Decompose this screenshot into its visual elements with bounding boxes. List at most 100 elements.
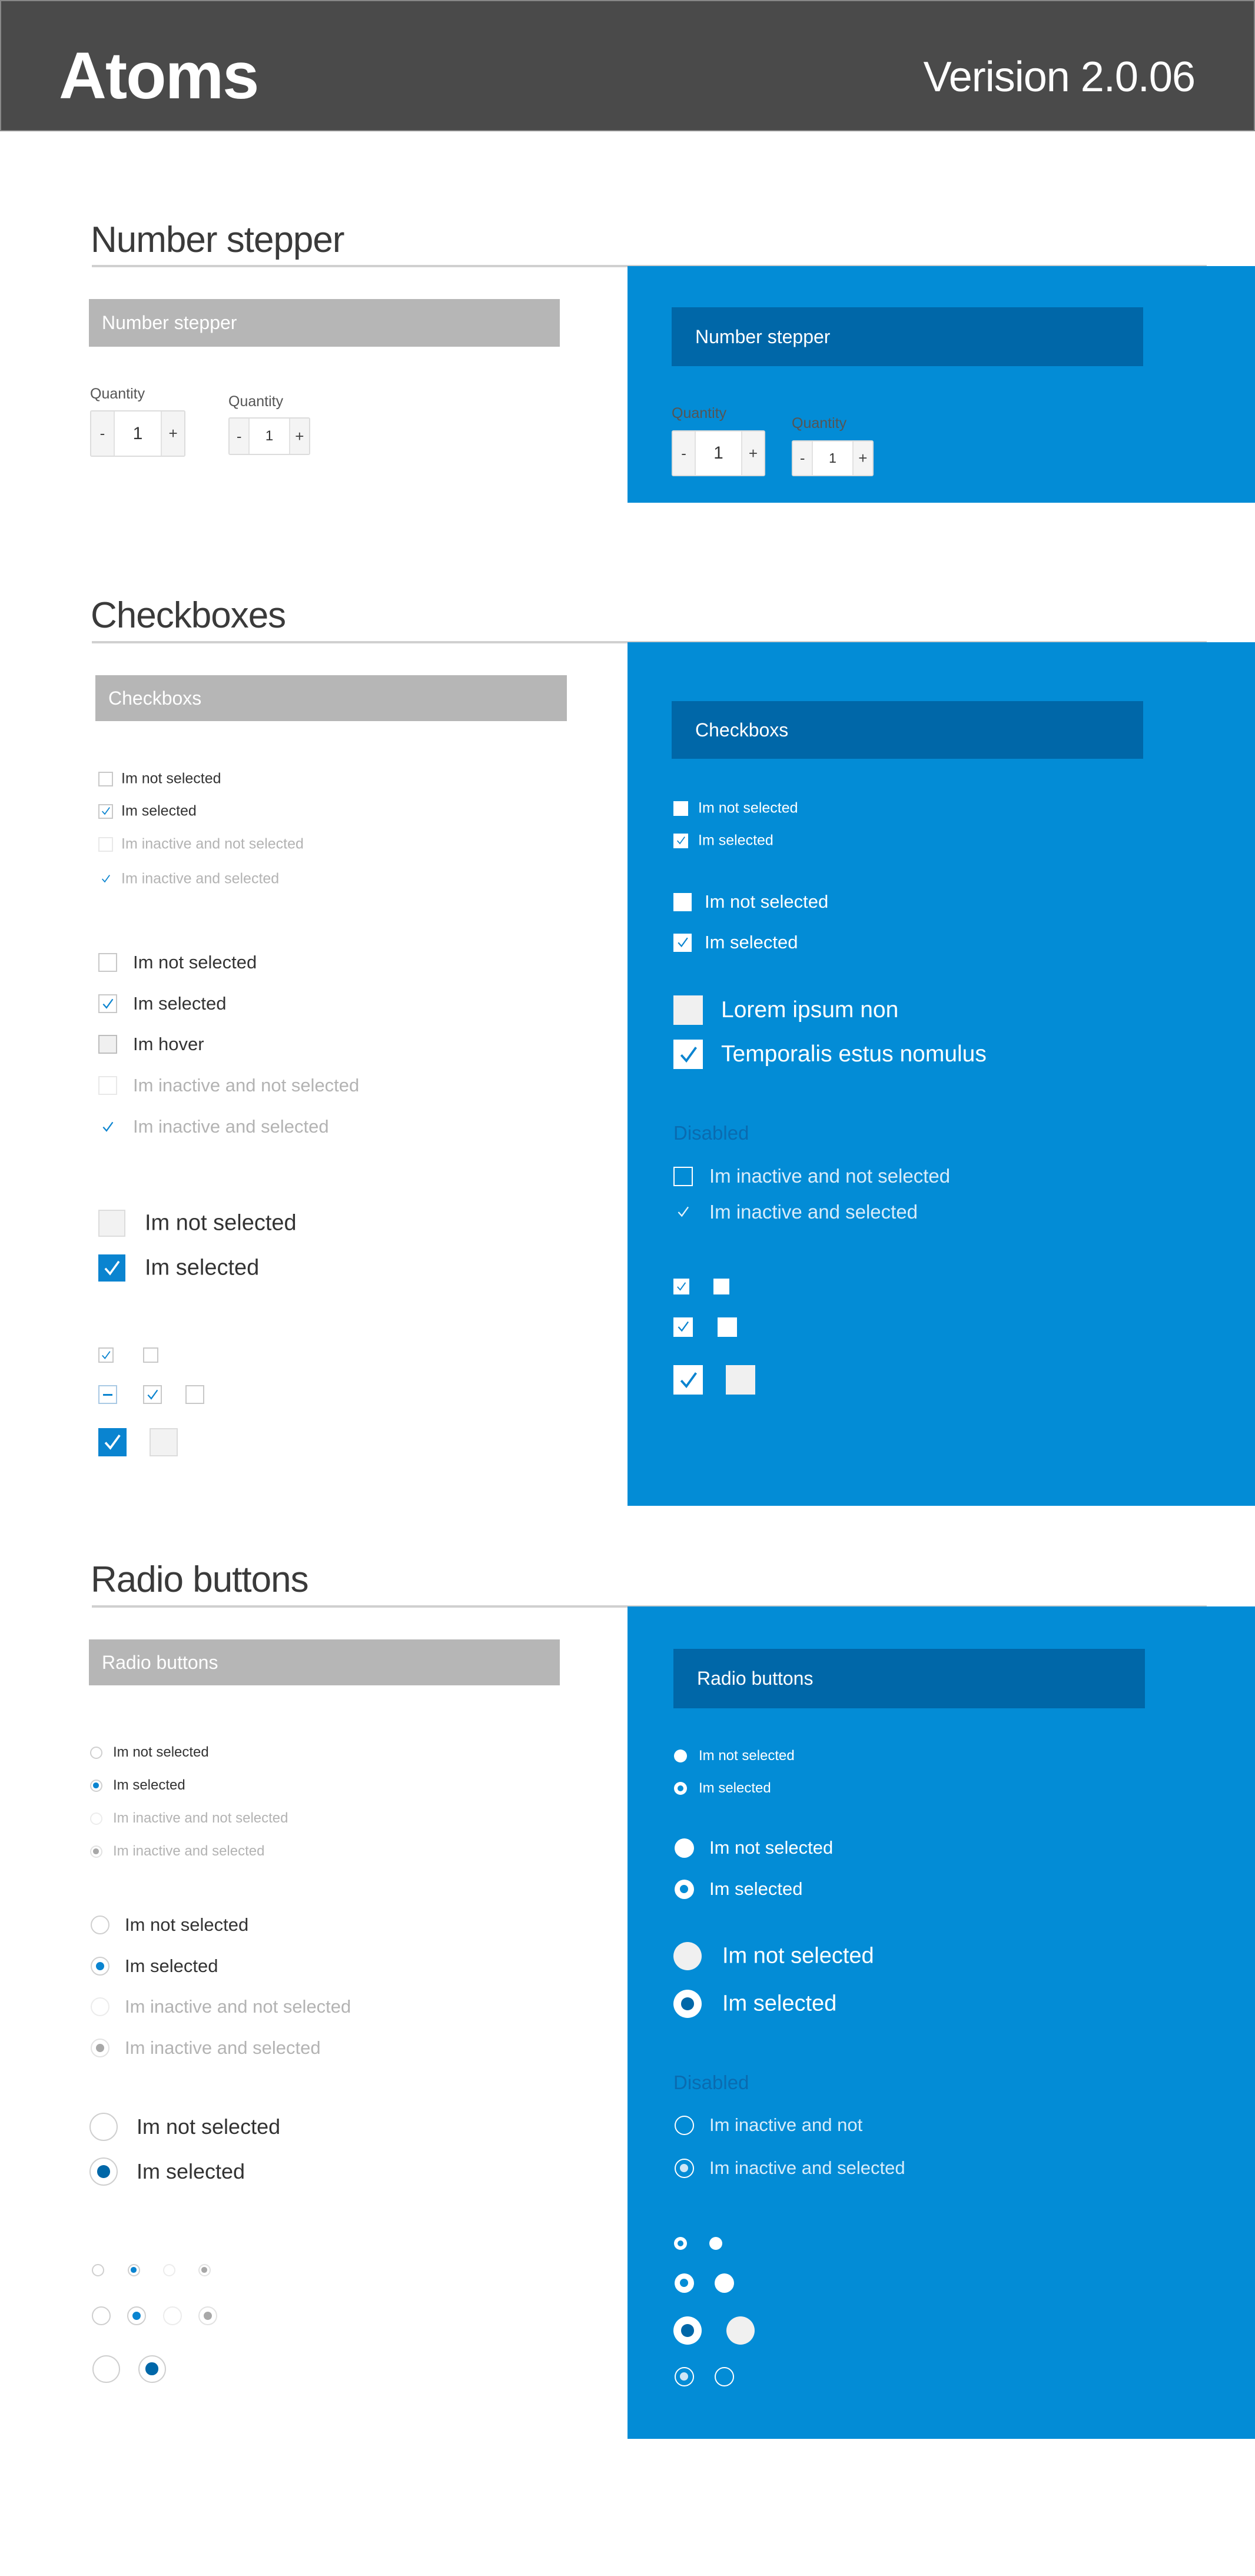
radio-disabled-checked[interactable] xyxy=(89,1845,102,1858)
radio-checked[interactable] xyxy=(138,2355,166,2383)
checkbox-unchecked[interactable] xyxy=(673,892,692,911)
radio-unchecked[interactable] xyxy=(709,2237,722,2250)
radio-checked[interactable] xyxy=(127,2263,140,2276)
decrement-button[interactable]: - xyxy=(91,411,114,456)
increment-button[interactable]: + xyxy=(290,419,309,454)
quantity-stepper[interactable]: -1 + xyxy=(672,430,765,476)
radio-unchecked[interactable] xyxy=(674,1838,694,1858)
radio-disabled[interactable] xyxy=(162,2263,175,2276)
radio-unchecked[interactable] xyxy=(91,1916,109,1934)
radio-checked[interactable] xyxy=(673,1990,702,2018)
page-title: Atoms xyxy=(59,39,259,112)
radio-disabled[interactable] xyxy=(163,2306,182,2325)
radio-unchecked[interactable] xyxy=(673,1942,702,1970)
checkbox-unchecked[interactable] xyxy=(726,1365,755,1395)
radio-disabled[interactable] xyxy=(91,1997,109,2016)
checkbox-checked[interactable] xyxy=(673,1365,703,1395)
radio-disabled[interactable] xyxy=(674,2115,694,2135)
quantity-stepper[interactable]: -1 + xyxy=(228,417,310,455)
checkbox-unchecked[interactable] xyxy=(185,1385,204,1404)
radio-checked[interactable] xyxy=(91,1957,109,1976)
increment-button[interactable]: + xyxy=(853,441,872,475)
radio-disabled[interactable] xyxy=(89,1812,102,1825)
checkbox-disabled-checked[interactable] xyxy=(98,872,113,887)
checkbox-checked[interactable] xyxy=(673,833,688,848)
checkbox-disabled-checked[interactable] xyxy=(673,1203,693,1222)
radio-disabled-checked[interactable] xyxy=(198,2263,211,2276)
radio-unchecked[interactable] xyxy=(674,1750,687,1762)
checkbox-unchecked[interactable] xyxy=(673,801,688,816)
checkbox-disabled[interactable] xyxy=(98,1076,117,1095)
check-icon xyxy=(102,998,114,1009)
checkbox-label: Temporalis estus nomulus xyxy=(721,1041,987,1067)
checkbox-unchecked[interactable] xyxy=(98,953,117,972)
radio-unchecked[interactable] xyxy=(726,2316,755,2345)
decrement-button[interactable]: - xyxy=(793,441,812,475)
checkbox-dark-card-header: Checkboxs xyxy=(672,701,1143,759)
radio-checked[interactable] xyxy=(674,1879,694,1899)
checkbox-checked[interactable] xyxy=(98,1254,125,1282)
checkbox-unchecked[interactable] xyxy=(718,1317,737,1337)
check-icon xyxy=(678,937,688,948)
increment-button[interactable]: + xyxy=(162,411,184,456)
radio-unchecked[interactable] xyxy=(92,2355,120,2383)
radio-label: Im inactive and selected xyxy=(709,2157,905,2178)
checkbox-disabled[interactable] xyxy=(98,836,113,852)
checkbox-checked[interactable] xyxy=(98,994,117,1013)
radio-checked[interactable] xyxy=(673,2316,702,2345)
radio-disabled-checked[interactable] xyxy=(674,2158,694,2178)
radio-unchecked[interactable] xyxy=(91,2263,104,2276)
checkbox-disabled[interactable] xyxy=(673,1166,693,1186)
checkbox-checked[interactable] xyxy=(98,1347,114,1363)
radio-unchecked[interactable] xyxy=(89,2113,118,2141)
checkbox-checked[interactable] xyxy=(673,933,692,952)
checkbox-unchecked[interactable] xyxy=(98,771,113,786)
radio-dot xyxy=(132,2311,141,2321)
checkbox-unchecked[interactable] xyxy=(673,995,703,1025)
section-title-radio-buttons: Radio buttons xyxy=(91,1559,309,1600)
radio-label: Im not selected xyxy=(722,1943,874,1968)
check-icon xyxy=(678,1322,689,1332)
checkbox-checked[interactable] xyxy=(143,1385,162,1404)
quantity-label: Quantity xyxy=(672,405,727,421)
checkbox-checked[interactable] xyxy=(98,804,113,819)
radio-unchecked[interactable] xyxy=(92,2306,111,2325)
radio-checked[interactable] xyxy=(89,2157,118,2186)
radio-disabled-checked[interactable] xyxy=(198,2306,217,2325)
quantity-stepper[interactable]: -1 + xyxy=(792,440,874,476)
checkbox-checked[interactable] xyxy=(673,1278,689,1294)
checkbox-unchecked[interactable] xyxy=(143,1347,158,1363)
radio-checked[interactable] xyxy=(674,1782,687,1795)
radio-checked[interactable] xyxy=(89,1779,102,1792)
radio-disabled-checked[interactable] xyxy=(91,2039,109,2057)
checkbox-label: Im not selected xyxy=(145,1210,297,1236)
quantity-label: Quantity xyxy=(90,386,145,402)
quantity-stepper[interactable]: -1 + xyxy=(90,410,185,457)
checkbox-checked[interactable] xyxy=(673,1317,693,1337)
radio-label: Im not selected xyxy=(709,1837,834,1858)
radio-checked[interactable] xyxy=(127,2306,146,2325)
decrement-button[interactable]: - xyxy=(230,419,249,454)
increment-button[interactable]: + xyxy=(742,431,764,475)
quantity-input[interactable]: 1 xyxy=(812,441,854,475)
radio-unchecked[interactable] xyxy=(89,1746,102,1759)
quantity-input[interactable]: 1 xyxy=(113,411,162,456)
checkbox-hover[interactable] xyxy=(98,1035,117,1054)
radio-disabled[interactable] xyxy=(714,2366,734,2386)
radio-dot xyxy=(97,2165,110,2178)
radio-checked[interactable] xyxy=(674,2273,694,2293)
checkbox-unchecked[interactable] xyxy=(98,1210,125,1237)
checkbox-checked[interactable] xyxy=(98,1428,127,1456)
checkbox-unchecked[interactable] xyxy=(150,1428,178,1456)
quantity-input[interactable]: 1 xyxy=(695,431,742,475)
checkbox-indeterminate[interactable] xyxy=(98,1385,117,1404)
checkbox-unchecked[interactable] xyxy=(713,1278,729,1294)
checkbox-checked[interactable] xyxy=(673,1040,703,1069)
quantity-label: Quantity xyxy=(228,393,284,410)
radio-unchecked[interactable] xyxy=(714,2273,734,2293)
quantity-input[interactable]: 1 xyxy=(248,419,290,454)
checkbox-disabled-checked[interactable] xyxy=(98,1117,117,1136)
decrement-button[interactable]: - xyxy=(673,431,695,475)
radio-checked[interactable] xyxy=(674,2237,687,2250)
radio-disabled-checked[interactable] xyxy=(674,2366,694,2386)
